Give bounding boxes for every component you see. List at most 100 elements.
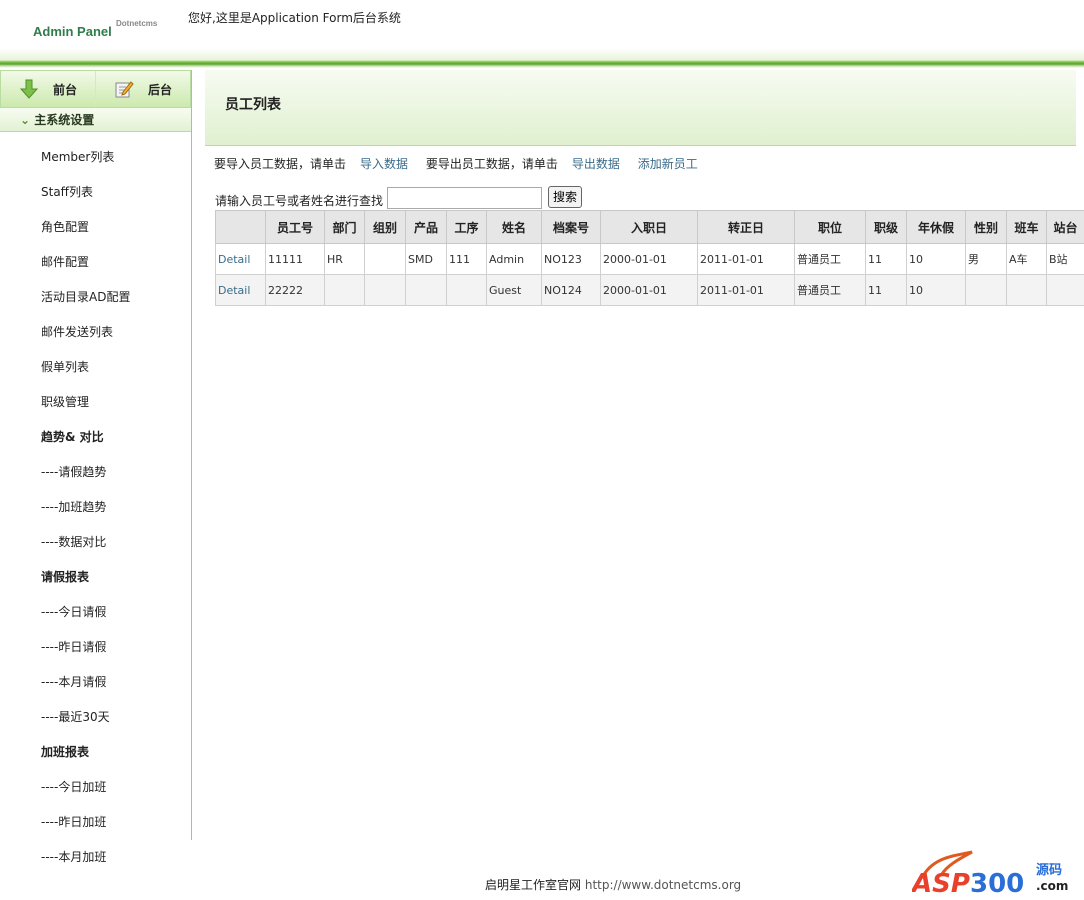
asp300-logo: ASP 300 源码 .com (912, 850, 1068, 894)
search-button[interactable]: 搜索 (548, 185, 583, 208)
svg-text:ASP: ASP (912, 869, 970, 894)
sidebar-item[interactable]: ----今日请假 (41, 603, 106, 620)
sidebar-item[interactable]: ----昨日请假 (41, 638, 106, 655)
table-cell: 11 (865, 243, 907, 275)
section-main-settings[interactable]: ⌄ 主系统设置 (0, 108, 191, 132)
sidebar-item[interactable]: 假单列表 (41, 358, 89, 375)
table-cell: 10 (906, 243, 966, 275)
table-cell: HR (324, 243, 365, 275)
column-header (215, 210, 266, 244)
detail-link[interactable]: Detail (218, 284, 250, 297)
sidebar-item[interactable]: 活动目录AD配置 (41, 288, 130, 305)
table-cell: Admin (486, 243, 542, 275)
column-header: 姓名 (486, 210, 542, 244)
table-cell (965, 274, 1007, 306)
add-employee-link[interactable]: 添加新员工 (638, 157, 698, 171)
sidebar-item: 加班报表 (41, 745, 90, 759)
sidebar-item[interactable]: ----数据对比 (41, 533, 106, 550)
table-cell: Detail (215, 243, 266, 275)
table-cell (405, 274, 447, 306)
column-header: 档案号 (541, 210, 601, 244)
column-header: 转正日 (697, 210, 795, 244)
svg-text:300: 300 (970, 869, 1024, 894)
search-input[interactable] (387, 186, 543, 209)
column-header: 产品 (405, 210, 447, 244)
sidebar-item[interactable]: 角色配置 (41, 218, 89, 235)
table-cell: 普通员工 (794, 243, 866, 275)
table-cell (1046, 274, 1084, 306)
import-text: 要导入员工数据，请单击 (214, 157, 347, 171)
column-header: 入职日 (600, 210, 698, 244)
import-link[interactable]: 导入数据 (360, 157, 408, 171)
table-cell: NO124 (541, 274, 601, 306)
table-cell: A车 (1006, 243, 1047, 275)
column-header: 员工号 (265, 210, 325, 244)
table-cell: Guest (486, 274, 542, 306)
page-title: 员工列表 (225, 97, 281, 113)
table-row: Detail 22222 Guest NO124 2000-01-01 2011-01-0… (215, 274, 1084, 306)
table-cell (324, 274, 365, 306)
table-row: Detail 11111 HR SMD 111 Admin NO123 2000-01-01 2… (215, 243, 1084, 275)
column-header: 组别 (364, 210, 406, 244)
column-header: 站台 (1046, 210, 1084, 244)
logo-sup: Dotnetcms (116, 19, 158, 28)
search-label: 请输入员工号或者姓名进行查找 (215, 194, 384, 208)
column-header: 工序 (446, 210, 487, 244)
page-header: 员工列表 (205, 70, 1076, 146)
table-cell: 10 (906, 274, 966, 306)
footer-link[interactable]: http://www.dotnetcms.org (585, 878, 741, 892)
svg-text:源码: 源码 (1036, 862, 1062, 878)
column-header: 年休假 (906, 210, 966, 244)
table-cell: 2000-01-01 (600, 274, 698, 306)
search-bar: 请输入员工号或者姓名进行查找 搜索 (215, 185, 583, 209)
column-header: 职位 (794, 210, 866, 244)
table-cell (446, 274, 487, 306)
section-label: 主系统设置 (34, 113, 95, 127)
table-cell (1006, 274, 1047, 306)
sidebar-item[interactable]: ----最近30天 (41, 708, 110, 725)
export-link[interactable]: 导出数据 (572, 157, 620, 171)
table-cell: 11 (865, 274, 907, 306)
sidebar-item[interactable]: ----昨日加班 (41, 813, 106, 830)
sidebar: 前台 后台 ⌄ 主系统设置 Member列表 Staff列表 角色配置邮件配置活动目… (0, 70, 192, 864)
table-cell: 2011-01-01 (697, 274, 795, 306)
top-bar (0, 48, 1084, 68)
edit-icon (115, 81, 134, 98)
table-cell (364, 243, 406, 275)
table-cell: NO123 (541, 243, 601, 275)
table-cell: 2011-01-01 (697, 243, 795, 275)
sidebar-item[interactable]: 邮件配置 (41, 253, 89, 270)
column-header: 职级 (865, 210, 907, 244)
sidebar-item: 请假报表 (41, 570, 90, 584)
svg-text:.com: .com (1036, 879, 1068, 893)
sidebar-item[interactable]: ----请假趋势 (41, 463, 106, 480)
table-cell: 男 (965, 243, 1007, 275)
sidebar-item[interactable]: ----本月请假 (41, 673, 106, 690)
sidebar-item[interactable]: ----加班趋势 (41, 498, 106, 515)
detail-link[interactable]: Detail (218, 253, 250, 266)
action-bar: 要导入员工数据，请单击 导入数据 要导出员工数据，请单击 导出数据 添加新员工 (214, 155, 698, 172)
table-cell (364, 274, 406, 306)
footer-text: 启明星工作室官网 (485, 878, 582, 892)
sidebar-item[interactable]: 职级管理 (41, 393, 89, 410)
arrow-down-icon (19, 79, 39, 99)
tab-frontend[interactable]: 前台 (1, 71, 95, 107)
logo: Admin Panel (33, 24, 112, 39)
sidebar-item[interactable]: 邮件发送列表 (41, 323, 113, 340)
employee-table: 员工号 部门 组别 产品 工序 姓名 档案号 入职日 转正日 职位 职级 年休假 性别 班车 站台 Deta… (215, 210, 1084, 306)
tab-backend[interactable]: 后台 (95, 71, 190, 107)
table-cell: 22222 (265, 274, 325, 306)
sidebar-item[interactable]: Staff列表 (41, 183, 93, 200)
table-cell: 111 (446, 243, 487, 275)
sidebar-item[interactable]: ----今日加班 (41, 778, 106, 795)
table-cell: 普通员工 (794, 274, 866, 306)
column-header: 班车 (1006, 210, 1047, 244)
column-header: 部门 (324, 210, 365, 244)
table-cell: Detail (215, 274, 266, 306)
chevron-down-icon: ⌄ (20, 113, 35, 127)
sidebar-item[interactable]: Member列表 (41, 148, 114, 165)
welcome-text: 您好,这里是Application Form后台系统 (188, 11, 401, 25)
sidebar-item: 趋势& 对比 (41, 430, 104, 444)
export-text: 要导出员工数据，请单击 (425, 157, 558, 171)
sidebar-item[interactable]: ----本月加班 (41, 848, 106, 865)
